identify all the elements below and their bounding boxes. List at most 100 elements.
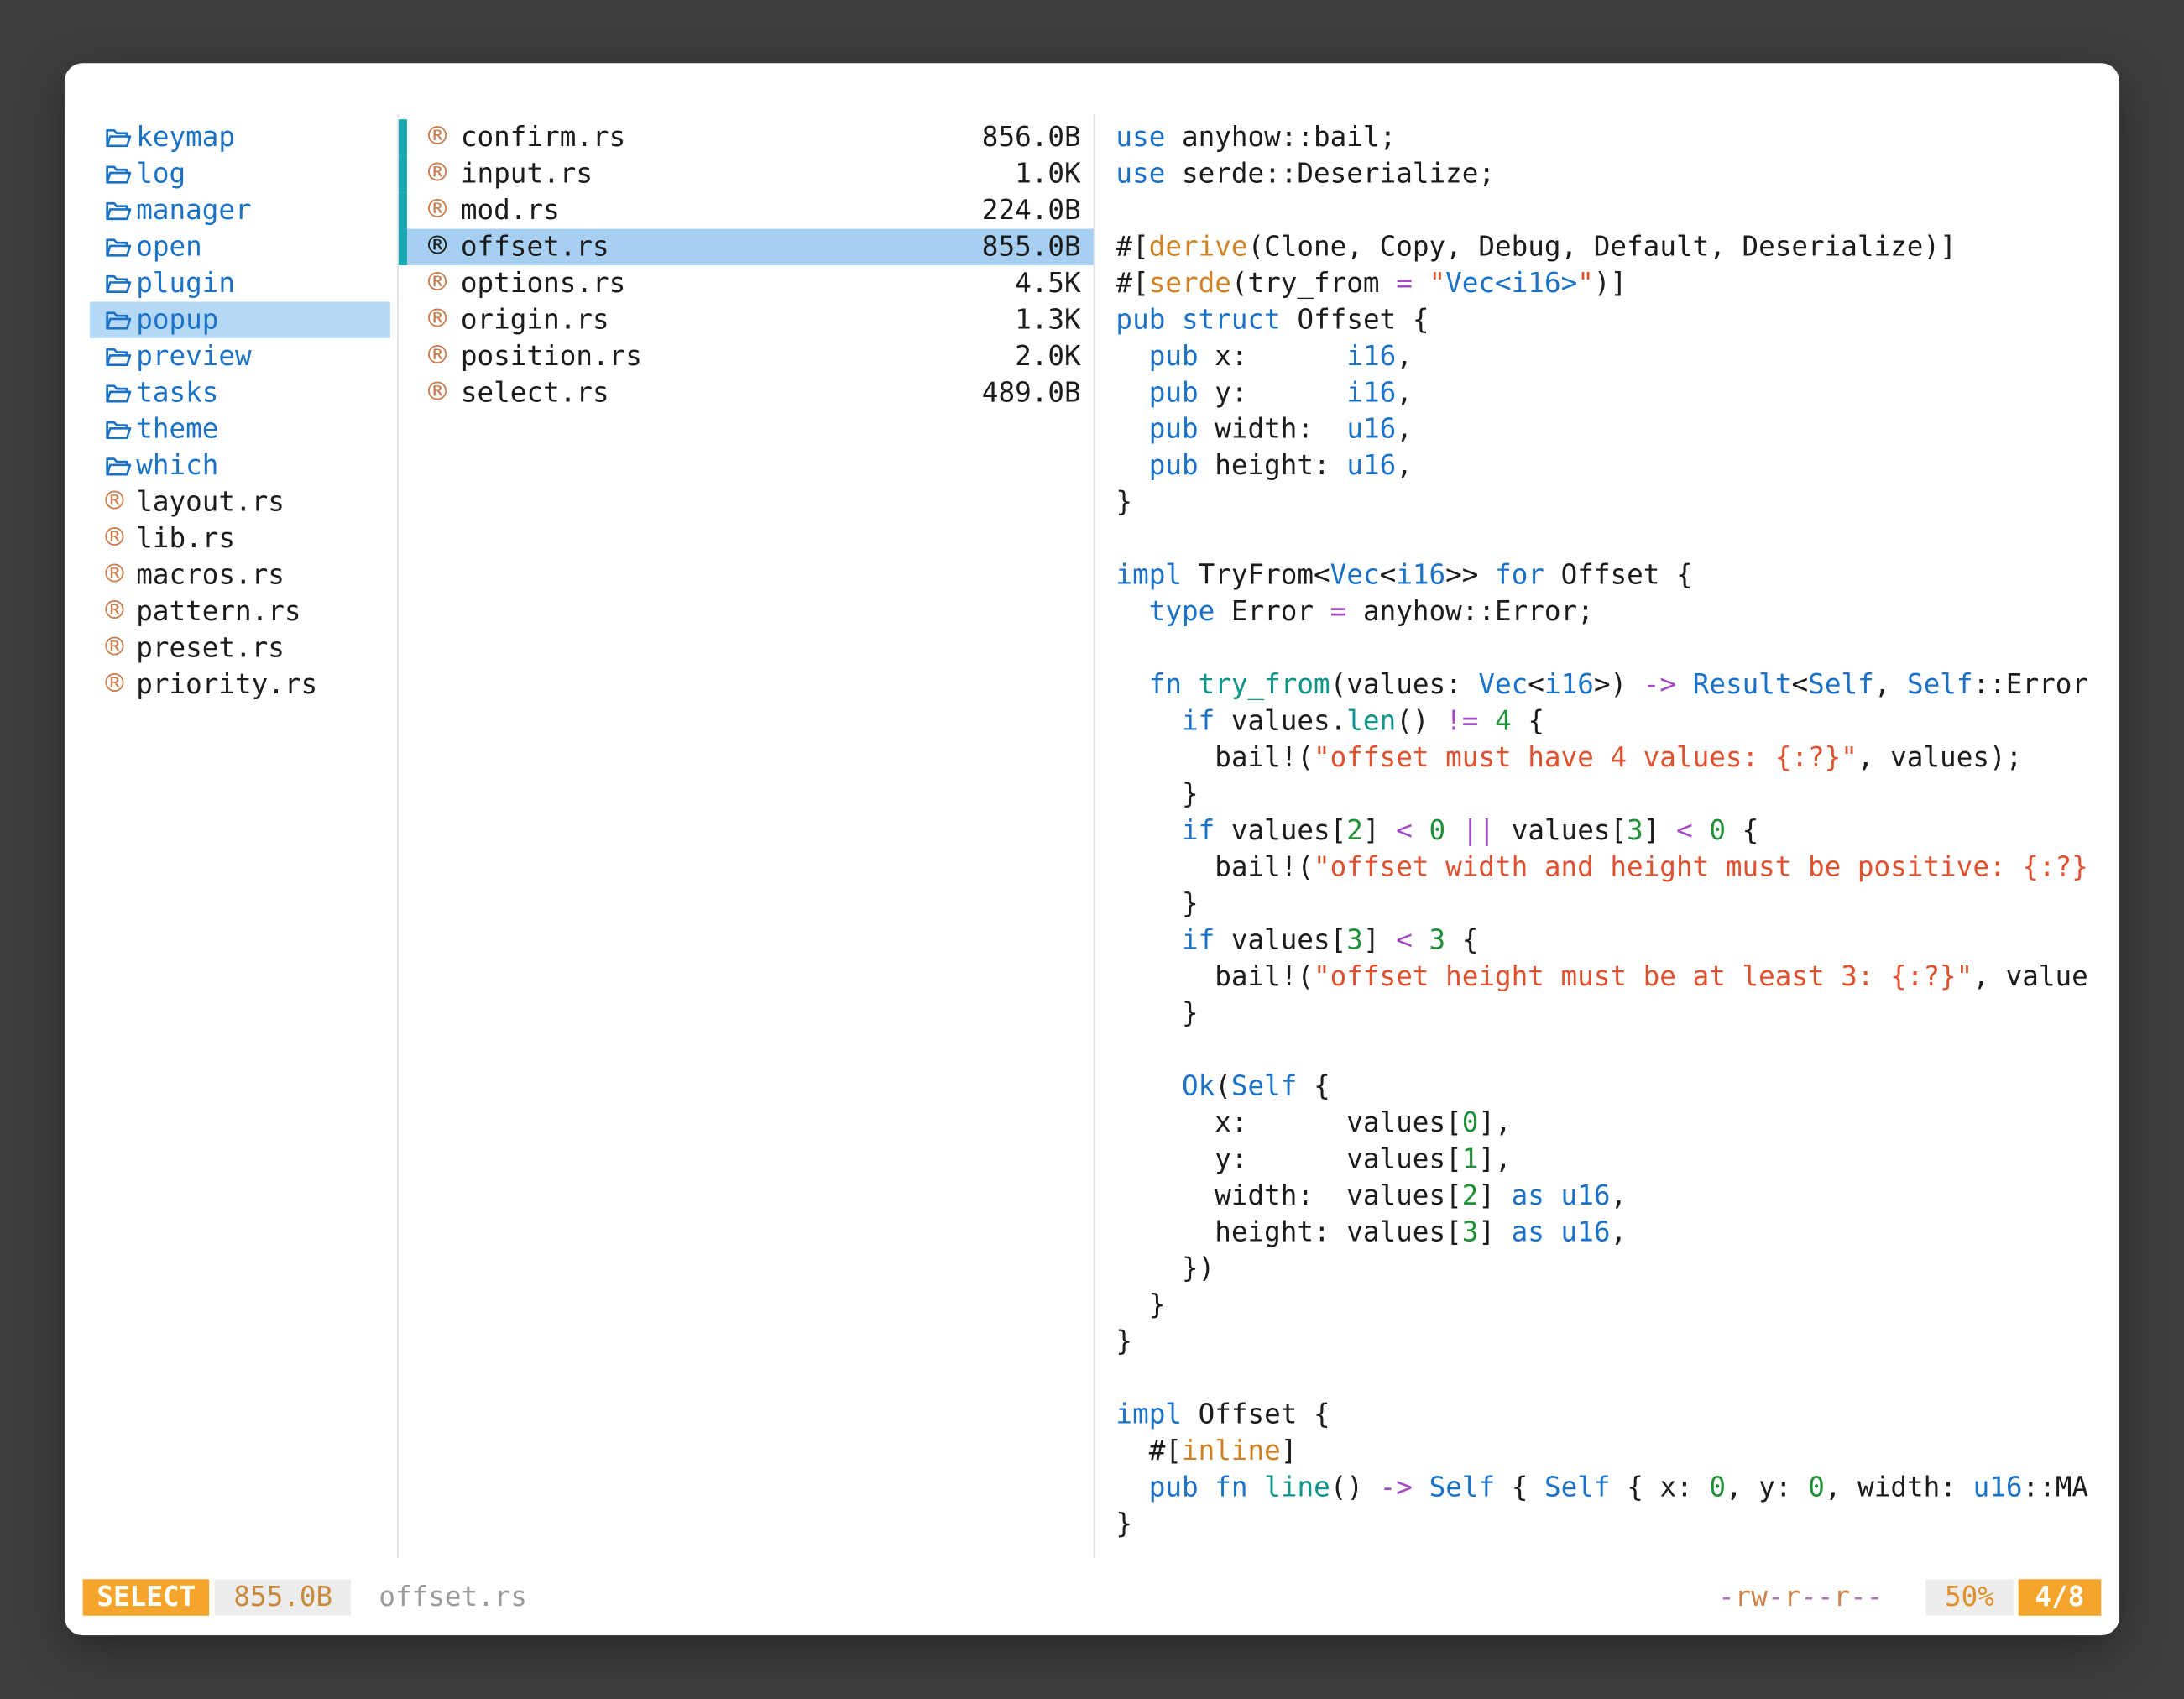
code-line	[1116, 630, 2105, 667]
open-folder-icon	[105, 273, 132, 294]
sidebar-item-label: priority.rs	[136, 667, 317, 703]
code-line: }	[1116, 1506, 2105, 1542]
file-size: 856.0B	[982, 119, 1081, 155]
file-name: select.rs	[461, 374, 609, 410]
parent-directory-pane: ® keymap ® log	[90, 119, 390, 703]
sidebar-item-label: log	[136, 156, 185, 192]
sidebar-item-label: preset.rs	[136, 630, 285, 667]
sidebar-item-which[interactable]: ® which	[90, 447, 390, 484]
rust-file-icon: ®	[428, 265, 447, 301]
code-line: pub x: i16,	[1116, 338, 2105, 374]
sidebar-item-log[interactable]: ® log	[90, 156, 390, 192]
file-size: 855.0B	[982, 229, 1081, 265]
sidebar-item-layout-rs[interactable]: ® layout.rs	[90, 484, 390, 520]
sidebar-item-lib-rs[interactable]: ® lib.rs	[90, 520, 390, 557]
code-line: pub width: u16,	[1116, 411, 2105, 447]
sidebar-item-label: layout.rs	[136, 484, 285, 520]
rust-file-icon: ®	[105, 593, 123, 630]
sidebar-item-label: manager	[136, 192, 251, 228]
sidebar-item-label: macros.rs	[136, 557, 285, 593]
code-line	[1116, 192, 2105, 228]
file-size-badge: 855.0B	[216, 1579, 351, 1615]
open-folder-icon	[105, 456, 132, 477]
code-line: impl TryFrom<Vec<i16>> for Offset {	[1116, 557, 2105, 593]
file-row-input-rs[interactable]: ® input.rs 1.0K	[399, 156, 1094, 192]
open-folder-icon	[105, 127, 132, 148]
sidebar-item-theme[interactable]: ® theme	[90, 411, 390, 447]
status-bar: SELECT 855.0B offset.rs -rw-r--r-- 50% 4…	[83, 1579, 2102, 1615]
rust-file-icon: ®	[428, 338, 447, 374]
sidebar-item-label: preview	[136, 338, 251, 374]
file-name: input.rs	[461, 156, 593, 192]
code-line: x: values[0],	[1116, 1105, 2105, 1141]
code-line: fn try_from(values: Vec<i16>) -> Result<…	[1116, 667, 2105, 703]
code-line: pub struct Offset {	[1116, 302, 2105, 338]
code-line: if values[2] < 0 || values[3] < 0 {	[1116, 813, 2105, 849]
file-row-offset-rs[interactable]: ® offset.rs 855.0B	[399, 229, 1094, 265]
sidebar-item-plugin[interactable]: ® plugin	[90, 265, 390, 301]
rust-file-icon: ®	[428, 156, 447, 192]
sidebar-item-label: open	[136, 229, 202, 265]
code-line: #[inline]	[1116, 1433, 2105, 1469]
file-row-options-rs[interactable]: ® options.rs 4.5K	[399, 265, 1094, 301]
sidebar-item-tasks[interactable]: ® tasks	[90, 374, 390, 410]
sidebar-item-priority-rs[interactable]: ® priority.rs	[90, 667, 390, 703]
file-permissions: -rw-r--r--	[1718, 1579, 1883, 1615]
sidebar-item-preset-rs[interactable]: ® preset.rs	[90, 630, 390, 667]
sidebar-item-manager[interactable]: ® manager	[90, 192, 390, 228]
file-size: 1.3K	[1015, 302, 1081, 338]
code-line	[1116, 520, 2105, 557]
code-line: if values.len() != 4 {	[1116, 703, 2105, 740]
code-line: use anyhow::bail;	[1116, 119, 2105, 155]
code-line: pub y: i16,	[1116, 374, 2105, 410]
rust-file-icon: ®	[105, 630, 123, 667]
sidebar-item-popup[interactable]: ® popup	[90, 302, 390, 338]
preview-code: use anyhow::bail;use serde::Deserialize;…	[1116, 119, 2105, 1543]
sidebar-item-label: theme	[136, 411, 218, 447]
open-folder-icon	[105, 346, 132, 367]
sidebar-item-label: pattern.rs	[136, 593, 300, 630]
code-line: y: values[1],	[1116, 1142, 2105, 1178]
code-line: }	[1116, 776, 2105, 813]
sidebar-item-pattern-rs[interactable]: ® pattern.rs	[90, 593, 390, 630]
code-line: impl Offset {	[1116, 1397, 2105, 1433]
desktop-background: ® keymap ® log	[0, 0, 2184, 1699]
file-size: 1.0K	[1015, 156, 1081, 192]
file-name: mod.rs	[461, 192, 560, 228]
file-row-origin-rs[interactable]: ® origin.rs 1.3K	[399, 302, 1094, 338]
sidebar-item-preview[interactable]: ® preview	[90, 338, 390, 374]
open-folder-icon	[105, 237, 132, 258]
sidebar-item-keymap[interactable]: ® keymap	[90, 119, 390, 155]
file-row-confirm-rs[interactable]: ® confirm.rs 856.0B	[399, 119, 1094, 155]
code-line: bail!("offset width and height must be p…	[1116, 850, 2105, 886]
file-row-position-rs[interactable]: ® position.rs 2.0K	[399, 338, 1094, 374]
code-line: }	[1116, 1324, 2105, 1360]
code-line: #[serde(try_from = "Vec<i16>")]	[1116, 265, 2105, 301]
sidebar-item-macros-rs[interactable]: ® macros.rs	[90, 557, 390, 593]
status-filename: offset.rs	[379, 1579, 527, 1615]
open-folder-icon	[105, 200, 132, 221]
code-line: }	[1116, 1287, 2105, 1323]
rust-file-icon: ®	[105, 520, 123, 557]
rust-file-icon: ®	[428, 229, 447, 265]
code-line: Ok(Self {	[1116, 1069, 2105, 1105]
sidebar-item-open[interactable]: ® open	[90, 229, 390, 265]
code-line: })	[1116, 1251, 2105, 1287]
rust-file-icon: ®	[428, 192, 447, 228]
open-folder-icon	[105, 310, 132, 331]
open-folder-icon	[105, 419, 132, 440]
rust-file-icon: ®	[428, 119, 447, 155]
sidebar-item-label: lib.rs	[136, 520, 235, 557]
code-line: bail!("offset must have 4 values: {:?}",…	[1116, 740, 2105, 776]
code-line: pub height: u16,	[1116, 447, 2105, 484]
file-name: confirm.rs	[461, 119, 625, 155]
file-size: 2.0K	[1015, 338, 1081, 374]
sidebar-item-label: which	[136, 447, 218, 484]
file-row-select-rs[interactable]: ® select.rs 489.0B	[399, 374, 1094, 410]
rust-file-icon: ®	[105, 484, 123, 520]
sidebar-item-label: popup	[136, 302, 218, 338]
file-preview-pane: use anyhow::bail;use serde::Deserialize;…	[1116, 119, 2105, 1571]
file-row-mod-rs[interactable]: ® mod.rs 224.0B	[399, 192, 1094, 228]
code-line: bail!("offset height must be at least 3:…	[1116, 959, 2105, 995]
code-line	[1116, 1032, 2105, 1068]
